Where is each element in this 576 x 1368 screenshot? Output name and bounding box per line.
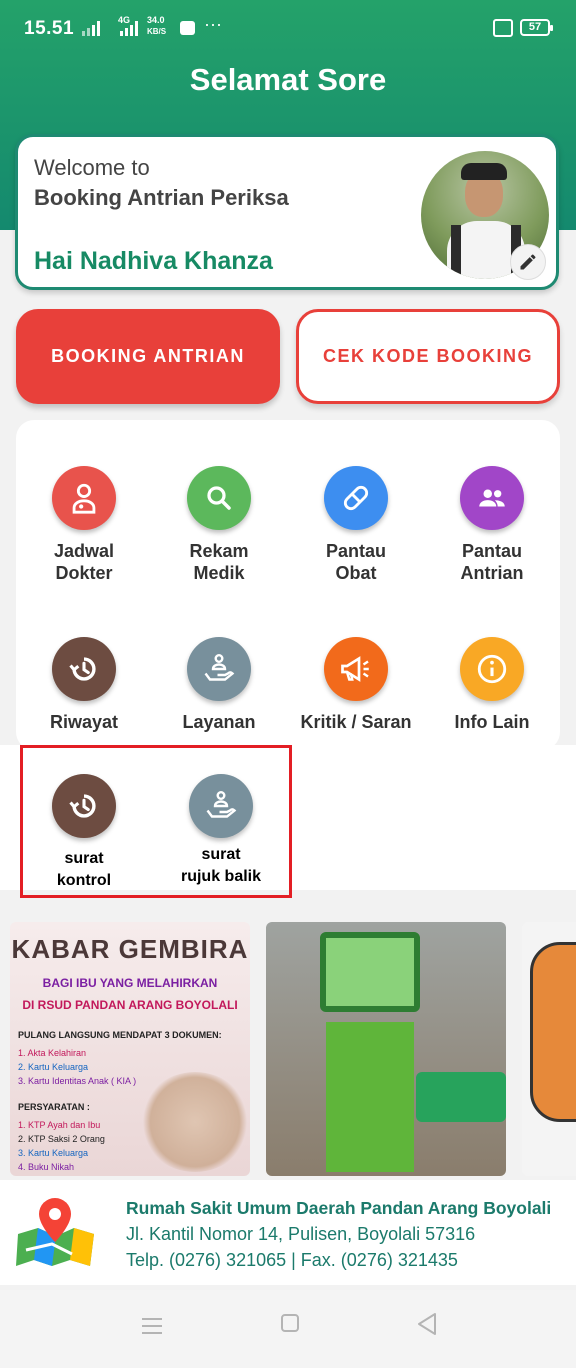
status-bar: 15.51 4G 34.0 KB/S ··· 57	[0, 0, 576, 58]
hand-service-icon	[187, 637, 251, 701]
doctor-icon	[52, 466, 116, 530]
edit-profile-button[interactable]	[510, 244, 546, 280]
chat-notification-icon	[180, 21, 195, 35]
signal-icon	[82, 20, 104, 36]
history-icon	[52, 637, 116, 701]
banner-title: KABAR GEMBIRA	[11, 934, 249, 964]
menu-label: Riwayat	[49, 712, 119, 732]
hospital-phone: Telp. (0276) 321065 | Fax. (0276) 321435	[126, 1250, 458, 1270]
status-time: 15.51	[24, 18, 75, 39]
system-navigation-bar	[0, 1290, 576, 1368]
menu-label: Layanan	[182, 712, 256, 732]
kiosk-body-image	[326, 1022, 414, 1172]
pill-icon	[324, 466, 388, 530]
banner-kiosk-photo[interactable]	[266, 922, 506, 1176]
banner-kabar-gembira[interactable]: KABAR GEMBIRA BAGI IBU YANG MELAHIRKAN D…	[10, 922, 250, 1176]
banner-subtitle: DI RSUD PANDAN ARANG BOYOLALI	[22, 998, 238, 1012]
menu-label: Jadwal Dokter	[53, 541, 115, 583]
handshake-image	[140, 1072, 250, 1172]
banner-heading: PULANG LANGSUNG MENDAPAT 3 DOKUMEN:	[18, 1030, 222, 1040]
search-icon	[187, 466, 251, 530]
hospital-info-footer: Rumah Sakit Umum Daerah Pandan Arang Boy…	[0, 1180, 576, 1285]
battery-icon: 57	[520, 19, 553, 36]
menu-layanan[interactable]: Layanan	[151, 637, 287, 733]
menu-pantau-antrian[interactable]: Pantau Antrian	[424, 466, 560, 584]
banner-item: 1. KTP Ayah dan Ibu	[18, 1120, 101, 1130]
map-pin-icon	[16, 1198, 94, 1266]
more-notifications-icon: ···	[204, 14, 222, 34]
banner-heading: PERSYARATAN :	[18, 1102, 90, 1112]
banner-item: 2. KTP Saksi 2 Orang	[18, 1134, 105, 1144]
seat-image	[416, 1072, 506, 1122]
banner-item: 3. Kartu Keluarga	[18, 1148, 89, 1158]
menu-label: Pantau Antrian	[460, 541, 524, 583]
avatar-strap	[451, 225, 461, 279]
info-icon	[460, 637, 524, 701]
user-greeting: Hai Nadhiva Khanza	[34, 247, 273, 275]
menu-label: Rekam Medik	[189, 541, 249, 583]
highlight-annotation-box	[20, 745, 292, 898]
app-name: Booking Antrian Periksa	[34, 185, 289, 210]
menu-pantau-obat[interactable]: Pantau Obat	[288, 466, 424, 584]
menu-kritik-saran[interactable]: Kritik / Saran	[288, 637, 424, 733]
menu-rekam-medik[interactable]: Rekam Medik	[151, 466, 287, 584]
menu-label: Info Lain	[454, 712, 530, 732]
banner-item: 4. Buku Nikah	[18, 1162, 75, 1172]
cek-kode-booking-button[interactable]: CEK KODE BOOKING	[296, 309, 560, 404]
welcome-line: Welcome to	[34, 155, 150, 180]
menu-label: Kritik / Saran	[300, 712, 412, 732]
greeting-title: Selamat Sore	[189, 62, 387, 97]
hospital-name: Rumah Sakit Umum Daerah Pandan Arang Boy…	[126, 1198, 552, 1218]
kiosk-screen-image	[320, 932, 420, 1012]
cartoon-image	[530, 942, 576, 1122]
home-button[interactable]	[281, 1314, 299, 1332]
menu-jadwal-dokter[interactable]: Jadwal Dokter	[16, 466, 152, 584]
booking-antrian-button[interactable]: BOOKING ANTRIAN	[16, 309, 280, 404]
group-icon	[460, 466, 524, 530]
pencil-icon	[520, 254, 536, 270]
vibrate-icon	[493, 19, 513, 37]
back-button[interactable]	[416, 1312, 438, 1336]
signal-icon-2	[120, 20, 142, 36]
megaphone-icon	[324, 637, 388, 701]
banner-item: 1. Akta Kelahiran	[18, 1048, 87, 1058]
banner-cartoon[interactable]	[522, 922, 576, 1176]
banner-item: 3. Kartu Identitas Anak ( KIA )	[18, 1076, 137, 1086]
menu-info-lain[interactable]: Info Lain	[424, 637, 560, 733]
speed-unit: KB/S	[147, 27, 167, 36]
banner-item: 2. Kartu Keluarga	[18, 1062, 89, 1072]
battery-level: 57	[528, 21, 542, 33]
banner-subtitle: BAGI IBU YANG MELAHIRKAN	[42, 976, 218, 990]
menu-riwayat[interactable]: Riwayat	[16, 637, 152, 733]
hospital-address: Jl. Kantil Nomor 14, Pulisen, Boyolali 5…	[126, 1224, 476, 1244]
menu-label: Pantau Obat	[325, 541, 386, 583]
avatar-cap	[461, 163, 507, 180]
recent-apps-button[interactable]	[142, 1316, 162, 1334]
speed-value: 34.0	[147, 15, 165, 25]
welcome-card: Welcome to Booking Antrian Periksa Hai N…	[15, 134, 559, 290]
